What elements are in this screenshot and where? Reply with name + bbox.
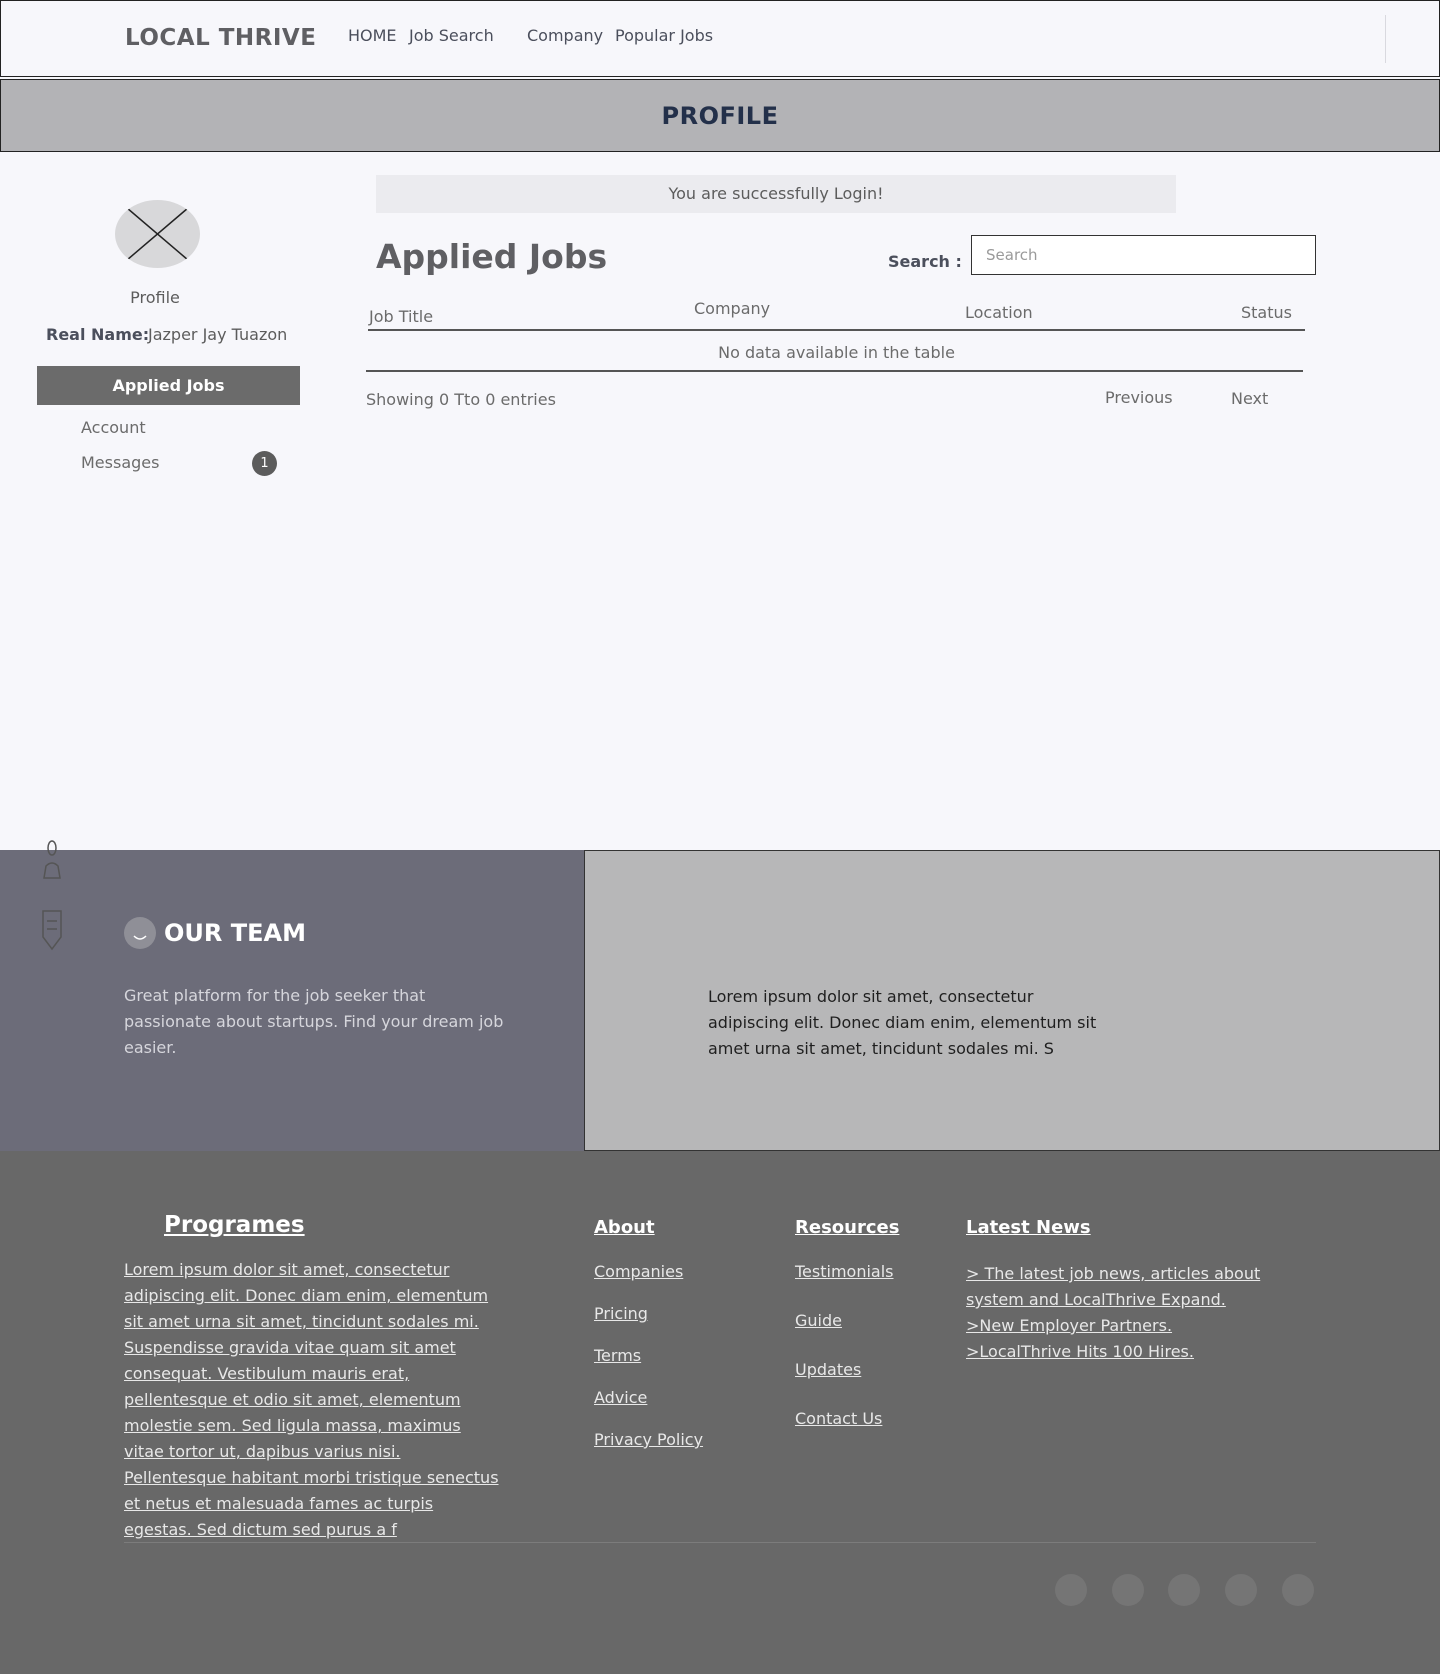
social-icon[interactable] — [1112, 1574, 1144, 1606]
column-header-company[interactable]: Company — [694, 299, 770, 318]
footer-link-companies[interactable]: Companies — [594, 1262, 683, 1281]
nav-company[interactable]: Company — [527, 26, 603, 45]
social-icon[interactable] — [1168, 1574, 1200, 1606]
footer-programes-text[interactable]: Lorem ipsum dolor sit amet, consectetur … — [124, 1257, 504, 1543]
social-icon[interactable] — [1055, 1574, 1087, 1606]
real-name-value: Jazper Jay Tuazon — [148, 325, 288, 344]
sidebar-item-messages[interactable]: Messages — [81, 453, 159, 472]
pagination-previous-button[interactable]: Previous — [1105, 388, 1173, 407]
team-heading: OUR TEAM — [164, 919, 306, 947]
team-smile-icon — [124, 917, 156, 949]
avatar — [115, 200, 200, 268]
social-icon[interactable] — [1225, 1574, 1257, 1606]
avatar-placeholder-icon — [126, 207, 189, 261]
footer-link-testimonials[interactable]: Testimonials — [795, 1262, 894, 1281]
footer-link-pricing[interactable]: Pricing — [594, 1304, 648, 1323]
nav-home[interactable]: HOME — [348, 26, 397, 45]
table-header-divider — [368, 329, 1305, 331]
table-bottom-divider — [366, 370, 1303, 372]
footer-programes-heading[interactable]: Programes — [164, 1212, 305, 1238]
footer-link-privacy-policy[interactable]: Privacy Policy — [594, 1430, 703, 1449]
footer-resources-heading[interactable]: Resources — [795, 1217, 899, 1238]
applied-jobs-heading: Applied Jobs — [376, 237, 608, 276]
column-header-location[interactable]: Location — [965, 303, 1033, 322]
table-empty-row: No data available in the table — [718, 343, 955, 362]
footer-link-contact-us[interactable]: Contact Us — [795, 1409, 882, 1428]
sidebar-item-applied-jobs[interactable]: Applied Jobs — [37, 366, 300, 405]
column-header-status[interactable]: Status — [1241, 303, 1292, 322]
team-description: Great platform for the job seeker that p… — [124, 986, 504, 1057]
profile-caption: Profile — [130, 288, 180, 307]
brand-logo[interactable]: LOCAL THRIVE — [125, 25, 316, 51]
messages-count-badge: 1 — [252, 451, 277, 476]
nav-job-search[interactable]: Job Search — [409, 26, 494, 45]
footer-about-heading[interactable]: About — [594, 1217, 655, 1238]
login-success-alert: You are successfully Login! — [376, 175, 1176, 213]
news-item[interactable]: >LocalThrive Hits 100 Hires. — [966, 1339, 1266, 1365]
footer-link-advice[interactable]: Advice — [594, 1388, 647, 1407]
nav-popular-jobs[interactable]: Popular Jobs — [615, 26, 713, 45]
social-icon[interactable] — [1282, 1574, 1314, 1606]
footer-divider — [124, 1542, 1316, 1543]
team-quote-text: Lorem ipsum dolor sit amet, consectetur … — [708, 987, 1097, 1058]
footer-link-guide[interactable]: Guide — [795, 1311, 842, 1330]
top-navbar: LOCAL THRIVE HOME Job Search Company Pop… — [0, 0, 1440, 77]
news-item[interactable]: > The latest job news, articles about — [966, 1261, 1266, 1287]
footer-link-terms[interactable]: Terms — [594, 1346, 641, 1365]
footer-news-list: > The latest job news, articles about sy… — [966, 1261, 1266, 1365]
search-label: Search : — [888, 252, 962, 271]
entries-info: Showing 0 Tto 0 entries — [366, 390, 556, 409]
news-item[interactable]: system and LocalThrive Expand. — [966, 1287, 1266, 1313]
search-input[interactable] — [971, 235, 1316, 275]
news-item[interactable]: >New Employer Partners. — [966, 1313, 1266, 1339]
person-outline-icon — [43, 840, 61, 879]
footer-news-heading[interactable]: Latest News — [966, 1217, 1091, 1238]
profile-banner: PROFILE — [0, 79, 1440, 152]
header-divider — [1385, 15, 1386, 63]
pagination-next-button[interactable]: Next — [1231, 389, 1268, 408]
column-header-job-title[interactable]: Job Title — [369, 307, 433, 326]
page-title: PROFILE — [661, 102, 779, 130]
real-name-label: Real Name: — [46, 325, 150, 344]
footer-link-updates[interactable]: Updates — [795, 1360, 861, 1379]
sidebar-item-account[interactable]: Account — [81, 418, 146, 437]
document-pin-icon — [42, 910, 62, 951]
